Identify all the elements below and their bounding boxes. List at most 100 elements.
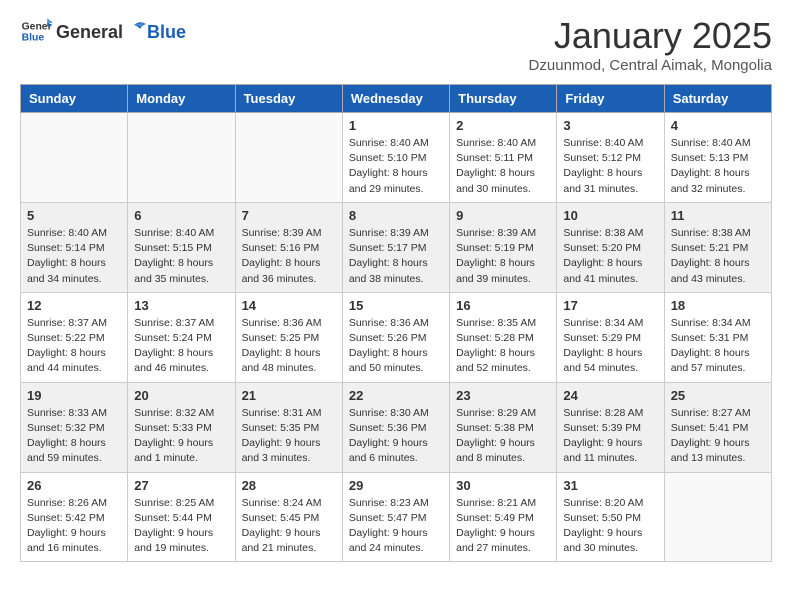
day-number: 9: [456, 208, 550, 223]
day-info: Sunrise: 8:37 AM Sunset: 5:24 PM Dayligh…: [134, 316, 228, 377]
day-number: 25: [671, 388, 765, 403]
day-number: 30: [456, 478, 550, 493]
day-number: 15: [349, 298, 443, 313]
calendar-cell: 22 Sunrise: 8:30 AM Sunset: 5:36 PM Dayli…: [342, 382, 449, 472]
calendar-cell: 20 Sunrise: 8:32 AM Sunset: 5:33 PM Dayli…: [128, 382, 235, 472]
header: General Blue General Blue January 2025 D…: [20, 15, 772, 74]
calendar-cell: 3 Sunrise: 8:40 AM Sunset: 5:12 PM Daylig…: [557, 113, 664, 203]
logo-general-text: General: [56, 22, 123, 43]
day-number: 28: [242, 478, 336, 493]
day-number: 8: [349, 208, 443, 223]
weekday-header-sunday: Sunday: [21, 85, 128, 113]
day-info: Sunrise: 8:35 AM Sunset: 5:28 PM Dayligh…: [456, 316, 550, 377]
weekday-header-friday: Friday: [557, 85, 664, 113]
day-number: 17: [563, 298, 657, 313]
calendar-cell: 29Sunrise: 8:23 AM Sunset: 5:47 PM Dayli…: [342, 472, 449, 562]
calendar-cell: 1Sunrise: 8:40 AM Sunset: 5:10 PM Daylig…: [342, 113, 449, 203]
day-info: Sunrise: 8:40 AM Sunset: 5:15 PM Dayligh…: [134, 226, 228, 287]
weekday-header-thursday: Thursday: [450, 85, 557, 113]
calendar-header-row: SundayMondayTuesdayWednesdayThursdayFrid…: [21, 85, 772, 113]
subtitle: Dzuunmod, Central Aimak, Mongolia: [529, 57, 772, 74]
calendar-week-5: 26Sunrise: 8:26 AM Sunset: 5:42 PM Dayli…: [21, 472, 772, 562]
calendar-cell: 18 Sunrise: 8:34 AM Sunset: 5:31 PM Dayli…: [664, 292, 771, 382]
day-info: Sunrise: 8:34 AM Sunset: 5:29 PM Dayligh…: [563, 316, 657, 377]
svg-text:Blue: Blue: [22, 33, 45, 44]
calendar-cell: 23Sunrise: 8:29 AM Sunset: 5:38 PM Dayli…: [450, 382, 557, 472]
calendar-cell: 12 Sunrise: 8:37 AM Sunset: 5:22 PM Dayli…: [21, 292, 128, 382]
day-number: 3: [563, 118, 657, 133]
calendar-cell: 10 Sunrise: 8:38 AM Sunset: 5:20 PM Dayli…: [557, 202, 664, 292]
day-number: 14: [242, 298, 336, 313]
calendar-cell: 30 Sunrise: 8:21 AM Sunset: 5:49 PM Dayli…: [450, 472, 557, 562]
day-number: 7: [242, 208, 336, 223]
calendar-cell: 31Sunrise: 8:20 AM Sunset: 5:50 PM Dayli…: [557, 472, 664, 562]
logo-icon: General Blue: [20, 15, 52, 47]
day-info: Sunrise: 8:40 AM Sunset: 5:14 PM Dayligh…: [27, 226, 121, 287]
calendar-table: SundayMondayTuesdayWednesdayThursdayFrid…: [20, 84, 772, 562]
day-info: Sunrise: 8:29 AM Sunset: 5:38 PM Dayligh…: [456, 406, 550, 467]
day-number: 2: [456, 118, 550, 133]
calendar-cell: 7 Sunrise: 8:39 AM Sunset: 5:16 PM Daylig…: [235, 202, 342, 292]
calendar-cell: 25Sunrise: 8:27 AM Sunset: 5:41 PM Dayli…: [664, 382, 771, 472]
calendar-cell: 9Sunrise: 8:39 AM Sunset: 5:19 PM Daylig…: [450, 202, 557, 292]
day-number: 10: [563, 208, 657, 223]
calendar-cell: [664, 472, 771, 562]
calendar-week-3: 12 Sunrise: 8:37 AM Sunset: 5:22 PM Dayli…: [21, 292, 772, 382]
day-number: 19: [27, 388, 121, 403]
day-number: 31: [563, 478, 657, 493]
calendar-cell: 28Sunrise: 8:24 AM Sunset: 5:45 PM Dayli…: [235, 472, 342, 562]
logo: General Blue General Blue: [20, 15, 186, 47]
day-number: 24: [563, 388, 657, 403]
calendar-cell: 26Sunrise: 8:26 AM Sunset: 5:42 PM Dayli…: [21, 472, 128, 562]
day-number: 21: [242, 388, 336, 403]
calendar-cell: [235, 113, 342, 203]
weekday-header-monday: Monday: [128, 85, 235, 113]
day-number: 16: [456, 298, 550, 313]
day-info: Sunrise: 8:34 AM Sunset: 5:31 PM Dayligh…: [671, 316, 765, 377]
day-info: Sunrise: 8:32 AM Sunset: 5:33 PM Dayligh…: [134, 406, 228, 467]
day-info: Sunrise: 8:33 AM Sunset: 5:32 PM Dayligh…: [27, 406, 121, 467]
day-number: 11: [671, 208, 765, 223]
day-number: 13: [134, 298, 228, 313]
day-info: Sunrise: 8:37 AM Sunset: 5:22 PM Dayligh…: [27, 316, 121, 377]
page: General Blue General Blue January 2025 D…: [0, 0, 792, 577]
calendar-cell: 24 Sunrise: 8:28 AM Sunset: 5:39 PM Dayli…: [557, 382, 664, 472]
day-info: Sunrise: 8:23 AM Sunset: 5:47 PM Dayligh…: [349, 496, 443, 557]
day-number: 5: [27, 208, 121, 223]
day-info: Sunrise: 8:30 AM Sunset: 5:36 PM Dayligh…: [349, 406, 443, 467]
day-number: 18: [671, 298, 765, 313]
day-number: 20: [134, 388, 228, 403]
day-number: 26: [27, 478, 121, 493]
day-number: 4: [671, 118, 765, 133]
calendar-cell: 16 Sunrise: 8:35 AM Sunset: 5:28 PM Dayli…: [450, 292, 557, 382]
day-info: Sunrise: 8:38 AM Sunset: 5:20 PM Dayligh…: [563, 226, 657, 287]
day-number: 27: [134, 478, 228, 493]
weekday-header-saturday: Saturday: [664, 85, 771, 113]
calendar-cell: 11 Sunrise: 8:38 AM Sunset: 5:21 PM Dayli…: [664, 202, 771, 292]
calendar-cell: 15 Sunrise: 8:36 AM Sunset: 5:26 PM Dayli…: [342, 292, 449, 382]
day-number: 1: [349, 118, 443, 133]
calendar-cell: 2Sunrise: 8:40 AM Sunset: 5:11 PM Daylig…: [450, 113, 557, 203]
calendar-cell: 6 Sunrise: 8:40 AM Sunset: 5:15 PM Daylig…: [128, 202, 235, 292]
day-info: Sunrise: 8:39 AM Sunset: 5:16 PM Dayligh…: [242, 226, 336, 287]
day-info: Sunrise: 8:25 AM Sunset: 5:44 PM Dayligh…: [134, 496, 228, 557]
day-info: Sunrise: 8:36 AM Sunset: 5:26 PM Dayligh…: [349, 316, 443, 377]
weekday-header-tuesday: Tuesday: [235, 85, 342, 113]
day-info: Sunrise: 8:40 AM Sunset: 5:12 PM Dayligh…: [563, 136, 657, 197]
calendar-cell: 8Sunrise: 8:39 AM Sunset: 5:17 PM Daylig…: [342, 202, 449, 292]
logo-blue-text: Blue: [147, 22, 186, 43]
day-info: Sunrise: 8:36 AM Sunset: 5:25 PM Dayligh…: [242, 316, 336, 377]
day-info: Sunrise: 8:21 AM Sunset: 5:49 PM Dayligh…: [456, 496, 550, 557]
day-info: Sunrise: 8:31 AM Sunset: 5:35 PM Dayligh…: [242, 406, 336, 467]
day-info: Sunrise: 8:40 AM Sunset: 5:13 PM Dayligh…: [671, 136, 765, 197]
day-info: Sunrise: 8:38 AM Sunset: 5:21 PM Dayligh…: [671, 226, 765, 287]
calendar-cell: 21 Sunrise: 8:31 AM Sunset: 5:35 PM Dayli…: [235, 382, 342, 472]
calendar-cell: [128, 113, 235, 203]
title-block: January 2025 Dzuunmod, Central Aimak, Mo…: [529, 15, 772, 74]
calendar-cell: 13 Sunrise: 8:37 AM Sunset: 5:24 PM Dayli…: [128, 292, 235, 382]
day-number: 6: [134, 208, 228, 223]
day-number: 12: [27, 298, 121, 313]
day-info: Sunrise: 8:28 AM Sunset: 5:39 PM Dayligh…: [563, 406, 657, 467]
day-number: 22: [349, 388, 443, 403]
calendar-week-1: 1Sunrise: 8:40 AM Sunset: 5:10 PM Daylig…: [21, 113, 772, 203]
